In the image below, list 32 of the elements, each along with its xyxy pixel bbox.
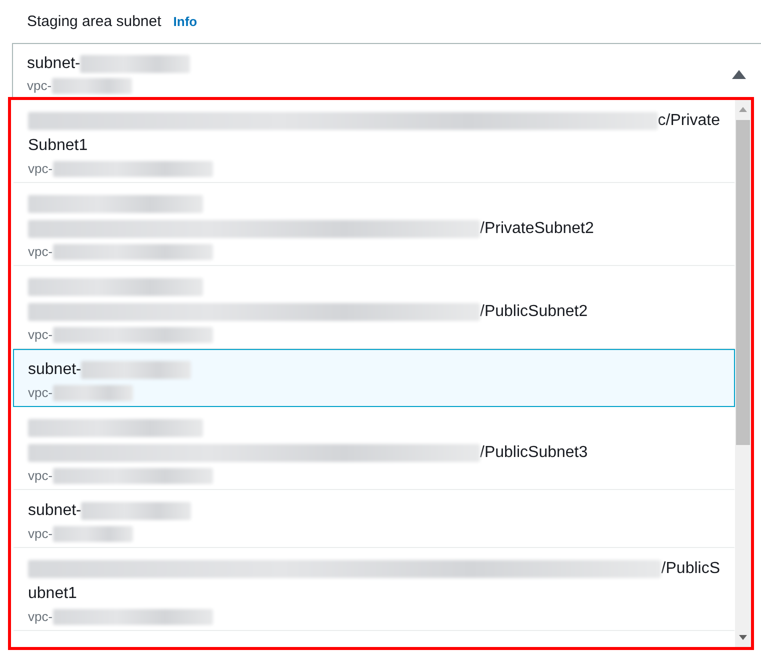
subnet-name: c/Private: [658, 112, 720, 130]
subnet-name: ubnet1: [28, 584, 77, 602]
scrollbar[interactable]: [735, 100, 751, 647]
field-label: Staging area subnet: [27, 13, 162, 30]
vpc-id: vpc-: [28, 385, 53, 400]
subnet-name: /PublicS: [661, 560, 720, 578]
subnet-select[interactable]: subnet- vpc-: [12, 43, 761, 97]
subnet-option[interactable]: /PublicS ubnet1 vpc-: [13, 548, 735, 631]
scroll-down-arrow-icon[interactable]: [738, 634, 748, 642]
subnet-name: /PublicSubnet3: [480, 444, 588, 462]
vpc-id: vpc-: [28, 161, 53, 176]
subnet-name: /PublicSubnet2: [480, 302, 588, 320]
subnet-option[interactable]: subnet- vpc-: [13, 490, 735, 548]
subnet-name: subnet-: [28, 502, 82, 520]
vpc-id: vpc-: [28, 609, 53, 624]
scroll-up-arrow-icon[interactable]: [738, 105, 748, 113]
subnet-name: subnet-: [28, 360, 82, 378]
subnet-option[interactable]: c/Private Subnet1 vpc-: [13, 100, 735, 183]
info-link[interactable]: Info: [173, 14, 198, 29]
subnet-name: Subnet1: [28, 136, 88, 154]
subnet-name: subnet-: [27, 54, 80, 72]
vpc-id: vpc-: [28, 244, 53, 259]
vpc-id: vpc-: [27, 78, 52, 93]
subnet-option[interactable]: /PublicSubnet3 vpc-: [13, 407, 735, 490]
vpc-id: vpc-: [28, 327, 53, 342]
vpc-id: vpc-: [28, 468, 53, 483]
scrollbar-thumb[interactable]: [736, 120, 750, 445]
subnet-option[interactable]: subnet- vpc-: [13, 349, 735, 407]
vpc-id: vpc-: [28, 526, 53, 541]
subnet-name: /PrivateSubnet2: [480, 220, 594, 238]
subnet-option[interactable]: /PublicSubnet2 vpc-: [13, 266, 735, 349]
subnet-option[interactable]: /PrivateSubnet2 vpc-: [13, 183, 735, 266]
